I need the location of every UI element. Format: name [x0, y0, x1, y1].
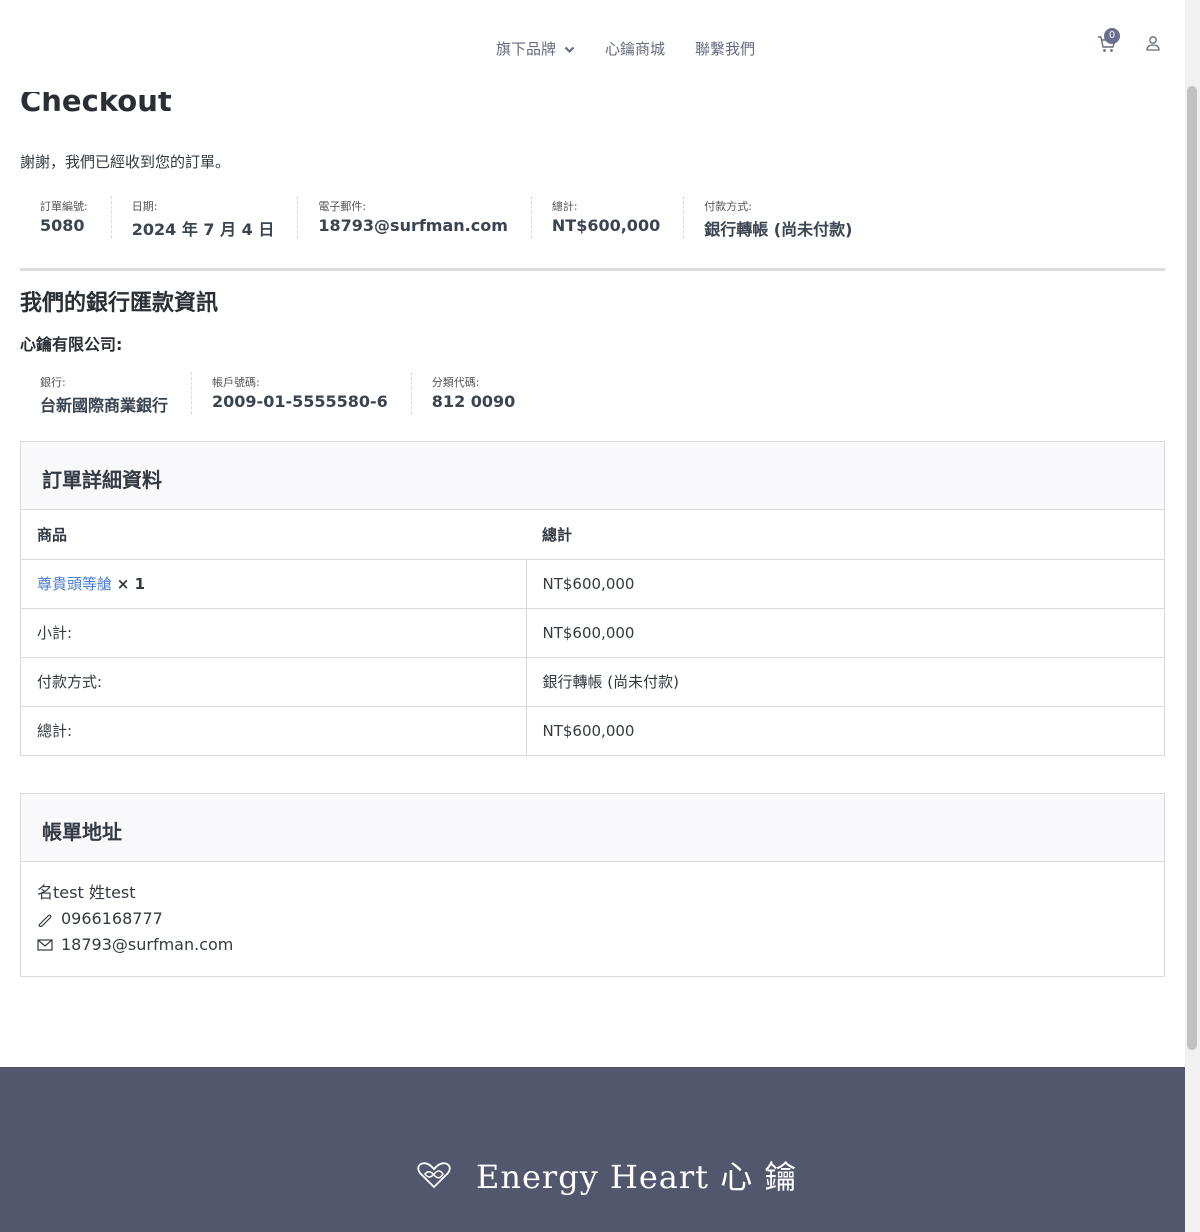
nav-item-shop[interactable]: 心鑰商城: [605, 38, 665, 59]
order-email-value: 18793@surfman.com: [318, 216, 508, 235]
nav-item-label: 聯繫我們: [695, 40, 756, 58]
payment-method-row-label: 付款方式:: [21, 656, 527, 706]
payment-method-label: 付款方式:: [704, 200, 752, 213]
order-date: 日期: 2024 年 7 月 4 日: [112, 196, 299, 239]
order-overview: 訂單編號: 5080 日期: 2024 年 7 月 4 日 電子郵件: 1879…: [20, 196, 1165, 268]
billing-email-line: 18793@surfman.com: [37, 932, 1148, 958]
column-header-product: 商品: [37, 525, 68, 544]
bank-name: 銀行: 台新國際商業銀行: [20, 372, 193, 415]
nav-item-brands[interactable]: 旗下品牌: [496, 38, 575, 59]
billing-address-section: 帳單地址 名test 姓test 0966168777 18793@surfma…: [20, 793, 1165, 977]
table-row: 小計: NT$600,000: [21, 607, 1164, 657]
order-details-table: 商品 總計 尊貴頭等艙 × 1 NT$600,000 小計: NT$600,00…: [21, 510, 1164, 755]
column-header-total: 總計: [542, 525, 573, 544]
total-value: NT$600,000: [526, 705, 1164, 755]
sort-code-label: 分類代碼:: [431, 376, 480, 389]
main-nav: 旗下品牌 心鑰商城 聯繫我們: [496, 38, 785, 59]
phone-icon: [38, 914, 52, 927]
table-row: 付款方式: 銀行轉帳 (尚未付款): [21, 656, 1164, 706]
account-number-value: 2009-01-5555580-6: [212, 392, 388, 411]
scrollbar-thumb[interactable]: [1187, 86, 1197, 1050]
bank-details: 銀行: 台新國際商業銀行 帳戶號碼: 2009-01-5555580-6 分類代…: [20, 372, 539, 415]
table-row: 尊貴頭等艙 × 1 NT$600,000: [21, 558, 1164, 608]
bank-account-number: 帳戶號碼: 2009-01-5555580-6: [192, 372, 412, 414]
nav-item-label: 旗下品牌: [496, 40, 557, 58]
product-quantity: × 1: [116, 575, 146, 593]
order-date-value: 2024 年 7 月 4 日: [131, 220, 275, 239]
footer-logo-text: Energy Heart 心 鑰: [476, 1158, 798, 1196]
bank-account-name: 心鑰有限公司:: [20, 335, 123, 354]
site-footer: [0, 1067, 1185, 1232]
billing-name: 名test 姓test: [37, 883, 136, 902]
cart-count-badge: 0: [1104, 28, 1120, 44]
page: 旗下品牌 心鑰商城 聯繫我們 0 Checkout 謝謝，我們已經收到您的訂單。: [0, 0, 1185, 1232]
table-row: 總計: NT$600,000: [21, 705, 1164, 755]
payment-method-row-value: 銀行轉帳 (尚未付款): [526, 656, 1164, 706]
nav-item-contact[interactable]: 聯繫我們: [695, 38, 755, 59]
product-total: NT$600,000: [526, 558, 1164, 608]
product-link[interactable]: 尊貴頭等艙: [37, 575, 112, 593]
footer-logo[interactable]: Energy Heart 心 鑰: [416, 1152, 797, 1198]
bank-name-label: 銀行:: [40, 376, 66, 389]
account-number-label: 帳戶號碼:: [212, 376, 260, 389]
site-header: 旗下品牌 心鑰商城 聯繫我們 0: [0, 0, 1185, 92]
billing-email[interactable]: 18793@surfman.com: [61, 932, 233, 958]
billing-phone-line: 0966168777: [37, 906, 1148, 932]
billing-address-title: 帳單地址: [21, 794, 1164, 862]
order-details-title: 訂單詳細資料: [21, 442, 1164, 510]
order-total-value: NT$600,000: [551, 216, 661, 235]
order-received-message: 謝謝，我們已經收到您的訂單。: [20, 153, 231, 171]
payment-method-value: 銀行轉帳 (尚未付款): [704, 220, 853, 239]
billing-address: 名test 姓test 0966168777 18793@surfman.com: [21, 862, 1164, 976]
bank-name-value: 台新國際商業銀行: [40, 396, 169, 415]
order-total: 總計: NT$600,000: [532, 196, 685, 238]
order-details-section: 訂單詳細資料 商品 總計 尊貴頭等艙 × 1 NT$600,000 小計: NT…: [20, 441, 1165, 756]
user-account-icon[interactable]: [1145, 35, 1161, 51]
chevron-down-icon: [564, 40, 575, 58]
order-number-label: 訂單編號:: [40, 200, 88, 213]
order-email-label: 電子郵件:: [318, 200, 367, 213]
product-cell: 尊貴頭等艙 × 1: [21, 558, 527, 608]
order-date-label: 日期:: [131, 200, 158, 213]
order-email: 電子郵件: 18793@surfman.com: [298, 196, 532, 238]
billing-phone[interactable]: 0966168777: [61, 906, 163, 932]
bank-sort-code: 分類代碼: 812 0090: [412, 372, 539, 414]
divider: [20, 268, 1165, 271]
total-label: 總計:: [21, 705, 527, 755]
order-total-label: 總計:: [551, 200, 578, 213]
order-number-value: 5080: [40, 216, 85, 235]
subtotal-label: 小計:: [21, 607, 527, 657]
order-payment-method: 付款方式: 銀行轉帳 (尚未付款): [684, 196, 875, 239]
order-number: 訂單編號: 5080: [20, 196, 112, 238]
table-header-row: 商品 總計: [21, 510, 1164, 559]
nav-item-label: 心鑰商城: [605, 40, 666, 58]
sort-code-value: 812 0090: [431, 392, 516, 411]
heart-infinity-logo-icon: [417, 1162, 451, 1189]
subtotal-value: NT$600,000: [526, 607, 1164, 657]
mail-icon: [37, 939, 53, 951]
bank-details-title: 我們的銀行匯款資訊: [20, 291, 219, 316]
